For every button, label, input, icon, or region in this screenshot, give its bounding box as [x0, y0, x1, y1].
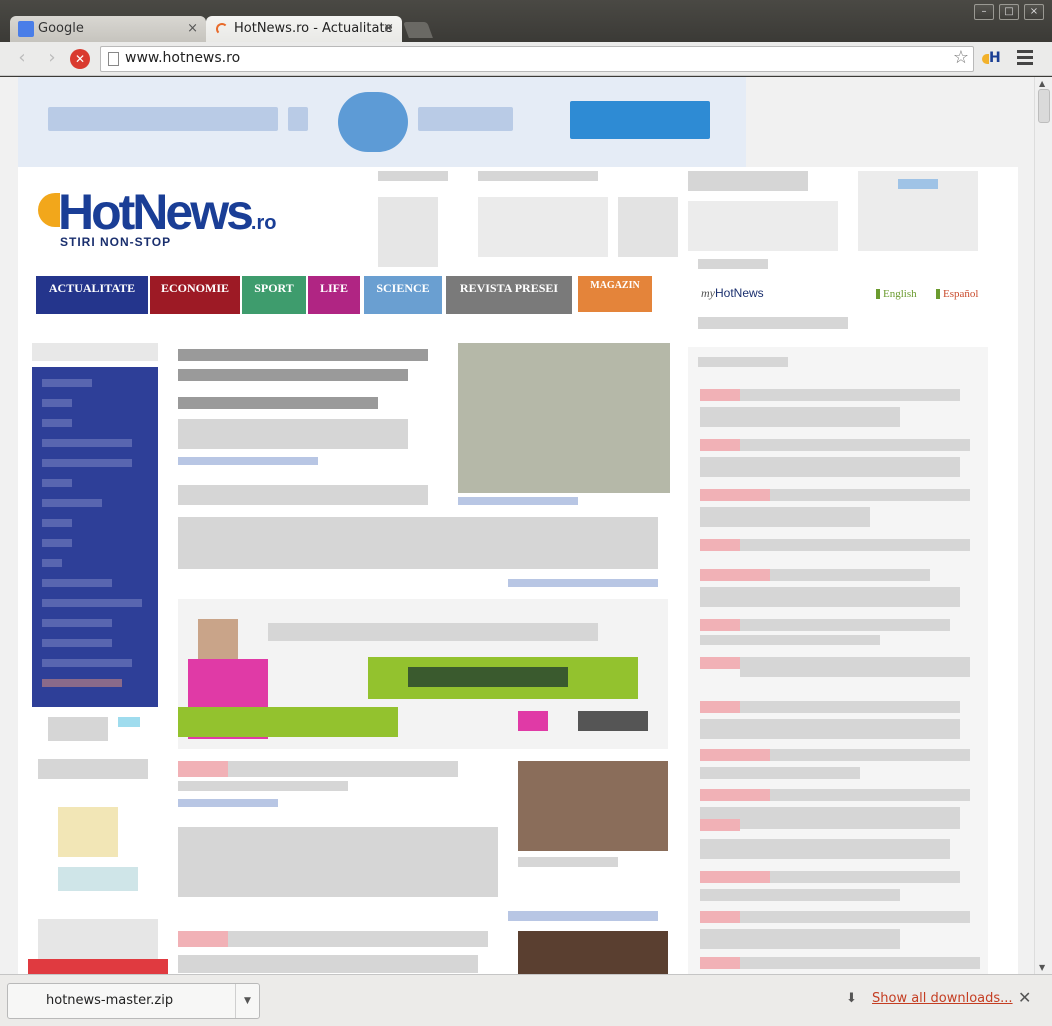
- hotnews-extension-icon[interactable]: H: [982, 50, 1004, 68]
- article-photo[interactable]: [518, 931, 668, 974]
- close-window-button[interactable]: ×: [1024, 4, 1044, 20]
- banner-logo-icon: [338, 92, 408, 152]
- page-viewport: HotNews.ro STIRI NON-STOP ACTUALITATE EC…: [0, 77, 1052, 974]
- nav-science[interactable]: SCIENCE: [364, 276, 442, 314]
- back-button[interactable]: ‹: [12, 49, 32, 69]
- tab-close-icon[interactable]: ×: [187, 16, 198, 42]
- tab-strip: Google × HotNews.ro - Actualitate × – □ …: [0, 0, 1052, 42]
- nav-revista-presei[interactable]: REVISTA PRESEI: [446, 276, 572, 314]
- article-photo[interactable]: [458, 343, 670, 493]
- banner-ad[interactable]: [18, 77, 746, 167]
- logo-sun-icon: [38, 193, 60, 227]
- scrollbar-thumb[interactable]: [1038, 89, 1050, 123]
- download-arrow-icon: ⬇: [846, 991, 857, 1006]
- tab-hotnews[interactable]: HotNews.ro - Actualitate ×: [206, 16, 402, 42]
- url-text: www.hotnews.ro: [125, 50, 241, 66]
- download-item[interactable]: hotnews-master.zip ▼: [7, 983, 260, 1019]
- nav-sport[interactable]: SPORT: [242, 276, 306, 314]
- tab-title: HotNews.ro - Actualitate: [234, 21, 393, 36]
- logo-tagline: STIRI NON-STOP: [60, 235, 172, 249]
- scroll-up-arrow[interactable]: ▲: [1039, 79, 1045, 88]
- banner-cta-button: [570, 101, 710, 139]
- lang-english-link[interactable]: English: [876, 288, 917, 300]
- sidebar-menu[interactable]: [32, 367, 158, 707]
- maximize-button[interactable]: □: [999, 4, 1019, 20]
- tab-title: Google: [38, 21, 84, 36]
- nav-actualitate[interactable]: ACTUALITATE: [36, 276, 148, 314]
- tab-close-icon[interactable]: ×: [383, 16, 394, 42]
- logo-suffix: .ro: [250, 212, 277, 234]
- tab-google[interactable]: Google ×: [10, 16, 206, 42]
- hotnews-page: HotNews.ro STIRI NON-STOP ACTUALITATE EC…: [18, 167, 1018, 974]
- forward-button[interactable]: ›: [42, 49, 62, 69]
- myhotnews-prefix: my: [701, 286, 715, 300]
- new-tab-button[interactable]: [403, 22, 433, 38]
- minimize-button[interactable]: –: [974, 4, 994, 20]
- nav-magazin[interactable]: MAGAZIN: [578, 276, 652, 312]
- download-bar: hotnews-master.zip ▼ ⬇ Show all download…: [0, 974, 1052, 1026]
- download-options-chevron-icon[interactable]: ▼: [235, 984, 259, 1018]
- nav-economie[interactable]: ECONOMIE: [150, 276, 240, 314]
- myhotnews-name: HotNews: [715, 286, 764, 300]
- bookmark-star-icon[interactable]: ☆: [953, 47, 969, 68]
- chrome-menu-icon[interactable]: [1017, 50, 1033, 66]
- loading-spinner-icon: [216, 23, 228, 35]
- myhotnews-link[interactable]: myHotNews: [701, 286, 764, 301]
- nav-life[interactable]: LIFE: [308, 276, 360, 314]
- browser-toolbar: ‹ › ✕ www.hotnews.ro ☆ H: [0, 42, 1052, 76]
- main-nav: ACTUALITATE ECONOMIE SPORT LIFE SCIENCE …: [36, 276, 1001, 314]
- extension-sun-shape: [982, 54, 989, 64]
- address-bar[interactable]: www.hotnews.ro ☆: [100, 46, 974, 72]
- browser-window: Google × HotNews.ro - Actualitate × – □ …: [0, 0, 1052, 1026]
- stop-loading-button[interactable]: ✕: [70, 49, 90, 69]
- show-all-downloads-link[interactable]: Show all downloads...: [872, 991, 1013, 1006]
- extension-h-letter: H: [989, 50, 1001, 66]
- download-filename: hotnews-master.zip: [46, 993, 174, 1008]
- page-icon: [108, 52, 119, 66]
- vertical-scrollbar[interactable]: ▲ ▼: [1034, 77, 1052, 974]
- scroll-down-arrow[interactable]: ▼: [1039, 963, 1045, 972]
- google-g-icon: [18, 21, 34, 37]
- logo-name: HotNews: [58, 184, 254, 240]
- lang-espanol-link[interactable]: Español: [936, 288, 978, 300]
- article-photo[interactable]: [518, 761, 668, 851]
- close-download-bar-icon[interactable]: ✕: [1018, 988, 1031, 1007]
